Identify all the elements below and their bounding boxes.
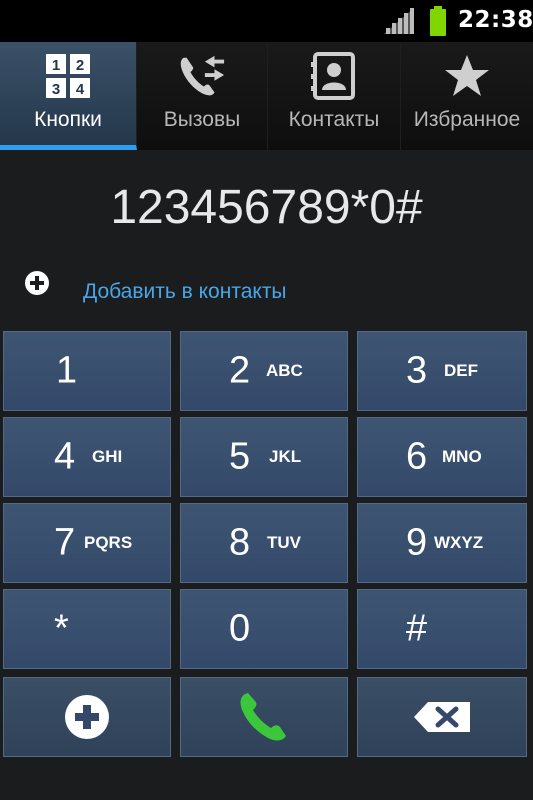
key-9[interactable]: 9 WXYZ xyxy=(357,503,527,583)
key-digit: # xyxy=(406,607,428,650)
key-letters: ABC xyxy=(266,361,303,380)
key-digit: 3 xyxy=(406,349,428,392)
add-contact-icon[interactable] xyxy=(24,270,50,296)
star-icon xyxy=(443,52,491,100)
key-1[interactable]: 1 xyxy=(3,331,171,411)
svg-text:1: 1 xyxy=(52,57,60,74)
key-8[interactable]: 8 TUV xyxy=(180,503,348,583)
dial-keypad: 1 2 ABC 3 DEF 4 GHI 5 JKL 6 MNO 7 PQRS 8… xyxy=(0,328,533,800)
key-hash[interactable]: # xyxy=(357,589,527,669)
key-digit: 6 xyxy=(406,435,428,478)
key-digit: 2 xyxy=(229,349,251,392)
key-letters: DEF xyxy=(444,361,478,380)
tab-keypad[interactable]: 1 2 3 4 Кнопки xyxy=(0,42,137,150)
key-digit: 8 xyxy=(229,521,251,564)
key-digit: 9 xyxy=(406,521,428,564)
tab-keypad-label: Кнопки xyxy=(34,108,102,131)
call-button[interactable] xyxy=(180,677,348,757)
key-star[interactable]: * xyxy=(3,589,171,669)
key-digit: 1 xyxy=(56,349,78,392)
tab-calls[interactable]: Вызовы xyxy=(137,42,268,150)
signal-strength-icon xyxy=(384,8,414,34)
svg-text:2: 2 xyxy=(76,57,84,74)
status-time: 22:38 xyxy=(458,7,533,33)
key-7[interactable]: 7 PQRS xyxy=(3,503,171,583)
key-letters: JKL xyxy=(269,447,302,466)
tab-favorites-label: Избранное xyxy=(413,108,521,131)
contacts-icon xyxy=(310,52,358,100)
key-digit: * xyxy=(54,607,69,650)
add-contact-icon xyxy=(65,695,109,739)
number-display-area: 123456789*0# Добавить в контакты xyxy=(0,150,533,328)
add-contact-button[interactable] xyxy=(3,677,171,757)
key-letters: PQRS xyxy=(84,533,133,552)
key-letters: GHI xyxy=(92,447,123,466)
key-digit: 7 xyxy=(54,521,76,564)
key-letters: WXYZ xyxy=(434,533,484,552)
key-digit: 4 xyxy=(54,435,76,478)
key-0[interactable]: 0 xyxy=(180,589,348,669)
tab-calls-label: Вызовы xyxy=(163,108,241,131)
key-4[interactable]: 4 GHI xyxy=(3,417,171,497)
phone-call-icon xyxy=(240,693,286,741)
key-2[interactable]: 2 ABC xyxy=(180,331,348,411)
dialed-number[interactable]: 123456789*0# xyxy=(0,180,533,235)
tab-bar: 1 2 3 4 Кнопки Вызовы Контакты Избранное xyxy=(0,42,533,150)
tab-favorites[interactable]: Избранное xyxy=(401,42,533,150)
key-digit: 5 xyxy=(229,435,251,478)
key-letters: MNO xyxy=(442,447,482,466)
tab-contacts[interactable]: Контакты xyxy=(268,42,401,150)
status-bar: 22:38 xyxy=(0,0,533,42)
keypad-icon: 1 2 3 4 xyxy=(44,52,92,100)
key-5[interactable]: 5 JKL xyxy=(180,417,348,497)
key-digit: 0 xyxy=(229,607,251,650)
svg-text:4: 4 xyxy=(76,81,85,98)
call-log-icon xyxy=(178,52,226,100)
backspace-button[interactable] xyxy=(357,677,527,757)
backspace-icon xyxy=(414,702,470,732)
add-to-contacts-link[interactable]: Добавить в контакты xyxy=(83,280,287,304)
key-3[interactable]: 3 DEF xyxy=(357,331,527,411)
key-letters: TUV xyxy=(267,533,301,552)
svg-text:3: 3 xyxy=(52,81,60,98)
battery-icon xyxy=(430,6,446,36)
tab-contacts-label: Контакты xyxy=(288,108,380,131)
key-6[interactable]: 6 MNO xyxy=(357,417,527,497)
